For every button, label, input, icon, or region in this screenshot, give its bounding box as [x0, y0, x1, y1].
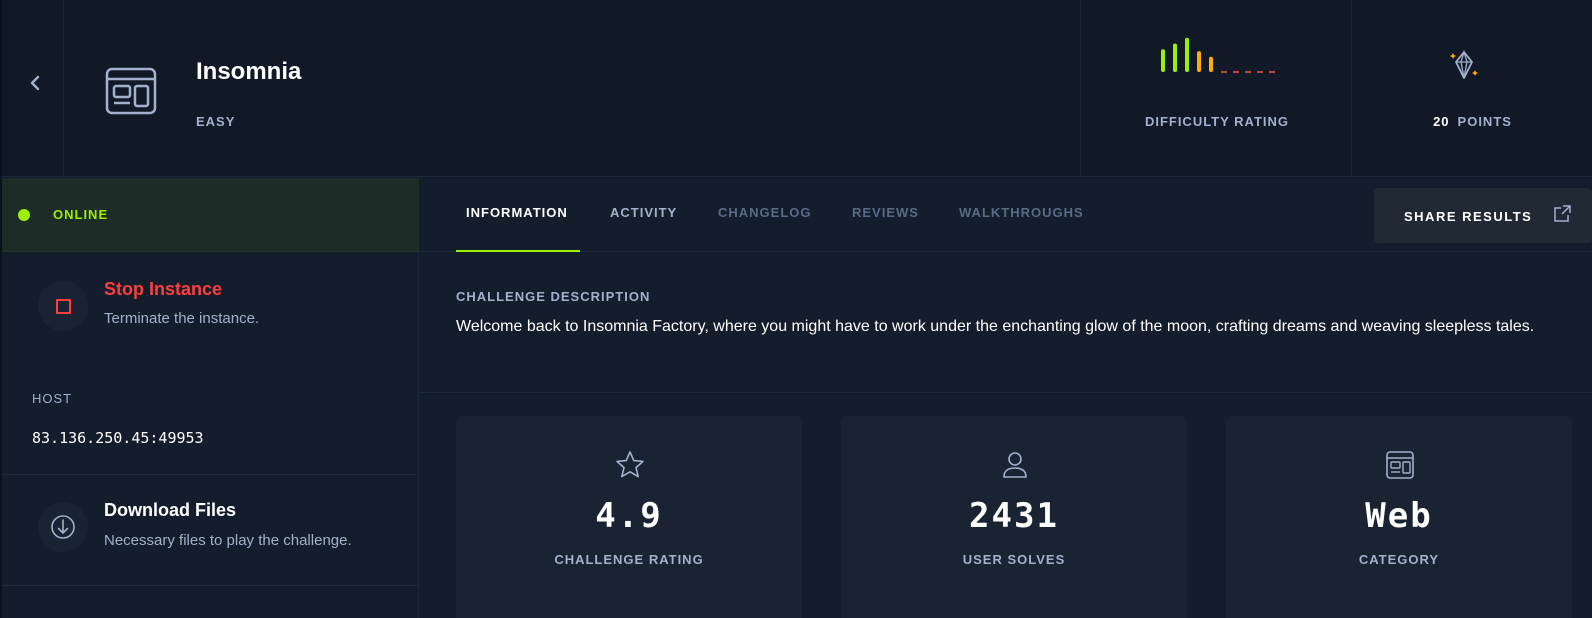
description-text: Welcome back to Insomnia Factory, where … [456, 318, 1535, 335]
difficulty-chart [1161, 37, 1275, 73]
difficulty-bar [1185, 37, 1189, 72]
difficulty-rating-panel: DIFFICULTY RATING [1080, 0, 1352, 177]
challenge-rating-label: CHALLENGE RATING [554, 552, 704, 567]
difficulty-bar [1161, 49, 1165, 72]
stop-square-icon [56, 299, 71, 314]
instance-status-bar: ONLINE [2, 178, 419, 252]
status-dot-icon [18, 209, 30, 221]
category-card: Web CATEGORY [1226, 416, 1572, 618]
points-label: POINTS [1457, 114, 1512, 129]
difficulty-bar [1173, 43, 1177, 72]
active-tab-indicator [456, 250, 580, 252]
points-gem-icon [1450, 49, 1478, 79]
description-label: CHALLENGE DESCRIPTION [456, 289, 651, 304]
download-files-subtitle: Necessary files to play the challenge. [104, 532, 352, 549]
tab-walkthroughs[interactable]: WALKTHROUGHS [959, 205, 1084, 220]
difficulty-bar [1221, 71, 1227, 73]
challenge-difficulty: EASY [196, 114, 236, 129]
difficulty-bar [1197, 51, 1201, 72]
difficulty-bar [1209, 56, 1213, 72]
back-column [0, 0, 64, 177]
divider [2, 585, 419, 586]
user-solves-card: 2431 USER SOLVES [841, 416, 1187, 618]
status-text: ONLINE [53, 207, 109, 222]
user-solves-value: 2431 [969, 496, 1059, 536]
web-challenge-icon [105, 67, 157, 115]
user-icon [1003, 452, 1027, 478]
instance-sidebar: ONLINE Stop Instance Terminate the insta… [0, 178, 419, 618]
points-value: 20 [1433, 114, 1450, 129]
host-value[interactable]: 83.136.250.45:49953 [32, 429, 204, 447]
download-files-card[interactable]: Download Files Necessary files to play t… [2, 475, 419, 585]
back-arrow-icon[interactable] [24, 72, 46, 94]
challenge-header: Insomnia EASY DIFFICULTY RATING 20 POINTS [0, 0, 1592, 177]
star-icon [616, 451, 644, 478]
tab-information[interactable]: INFORMATION [466, 205, 568, 220]
stop-instance-card[interactable]: Stop Instance Terminate the instance. [2, 252, 419, 372]
difficulty-bar [1269, 71, 1275, 73]
difficulty-bar [1233, 71, 1239, 73]
difficulty-rating-label: DIFFICULTY RATING [1144, 114, 1290, 129]
download-icon[interactable] [38, 502, 88, 552]
user-solves-label: USER SOLVES [962, 552, 1066, 567]
difficulty-bar [1245, 71, 1251, 73]
share-external-icon [1554, 205, 1571, 222]
host-label: HOST [32, 391, 73, 406]
tab-reviews[interactable]: REVIEWS [852, 205, 919, 220]
category-value: Web [1365, 496, 1433, 536]
challenge-tabs: INFORMATION ACTIVITY CHANGELOG REVIEWS W… [420, 178, 1592, 252]
web-category-icon [1386, 451, 1414, 479]
stop-instance-subtitle: Terminate the instance. [104, 310, 260, 327]
challenge-title: Insomnia [196, 58, 302, 85]
stop-instance-button[interactable] [38, 281, 88, 331]
challenge-rating-card: 4.9 CHALLENGE RATING [456, 416, 802, 618]
stop-instance-title[interactable]: Stop Instance [104, 279, 222, 300]
challenge-rating-value: 4.9 [595, 496, 663, 536]
tab-activity[interactable]: ACTIVITY [610, 205, 677, 220]
points-panel: 20 POINTS [1353, 0, 1592, 177]
difficulty-bar [1257, 71, 1263, 73]
tab-changelog[interactable]: CHANGELOG [718, 205, 812, 220]
share-results-button[interactable]: SHARE RESULTS [1374, 188, 1592, 243]
challenge-main: INFORMATION ACTIVITY CHANGELOG REVIEWS W… [420, 178, 1592, 618]
category-label: CATEGORY [1358, 552, 1440, 567]
download-files-title[interactable]: Download Files [104, 500, 236, 521]
challenge-description-section: CHALLENGE DESCRIPTION Welcome back to In… [420, 253, 1592, 393]
share-results-label: SHARE RESULTS [1404, 209, 1533, 224]
points-line: 20 POINTS [1353, 114, 1592, 129]
